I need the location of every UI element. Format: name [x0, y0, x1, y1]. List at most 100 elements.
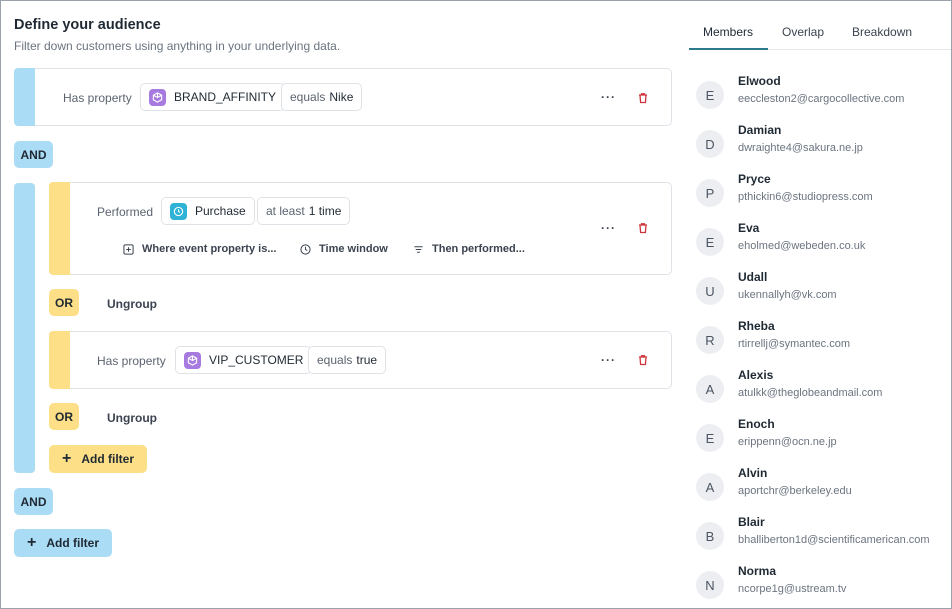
operator-value: Nike [329, 90, 354, 104]
member-email: eholmed@webeden.co.uk [738, 240, 866, 252]
member-email: dwraighte4@sakura.ne.jp [738, 142, 863, 154]
and-badge[interactable]: AND [14, 141, 53, 168]
tab-overlap[interactable]: Overlap [782, 25, 824, 39]
operator-text: equals [317, 353, 353, 367]
member-name: Eva [738, 221, 760, 235]
member-row[interactable]: E Elwood eeccleston2@cargocollective.com [696, 74, 946, 114]
action-label: Time window [319, 243, 388, 255]
member-row[interactable]: E Eva eholmed@webeden.co.uk [696, 221, 946, 261]
tab-members[interactable]: Members [703, 25, 753, 39]
member-row[interactable]: D Damian dwraighte4@sakura.ne.jp [696, 123, 946, 163]
property-selector-vip-customer[interactable]: VIP_CUSTOMER [175, 346, 313, 374]
ungroup-link[interactable]: Ungroup [107, 411, 157, 425]
add-square-icon [123, 243, 134, 255]
time-window-action[interactable]: Time window [300, 243, 388, 255]
member-row[interactable]: A Alvin aportchr@berkeley.edu [696, 466, 946, 506]
page-title: Define your audience [14, 17, 161, 33]
avatar: D [696, 130, 724, 158]
member-name: Alvin [738, 466, 768, 480]
page-subtitle: Filter down customers using anything in … [14, 39, 341, 53]
group-add-filter-button[interactable]: + Add filter [49, 445, 148, 473]
member-email: bhalliberton1d@scientificamerican.com [738, 534, 930, 546]
then-performed-action[interactable]: Then performed... [413, 243, 525, 255]
frequency-value: 1 time [308, 204, 342, 218]
avatar: N [696, 571, 724, 599]
delete-icon[interactable] [637, 222, 649, 234]
avatar: A [696, 473, 724, 501]
member-email: erippenn@ocn.ne.jp [738, 436, 837, 448]
member-row[interactable]: R Rheba rtirrellj@symantec.com [696, 319, 946, 359]
filter-stripe [49, 331, 70, 389]
sequence-lines-icon [414, 245, 423, 253]
member-row[interactable]: A Alexis atulkk@theglobeandmail.com [696, 368, 946, 408]
member-name: Norma [738, 564, 777, 578]
group-rail [14, 183, 35, 473]
member-email: pthickin6@studiopress.com [738, 191, 873, 203]
or-badge[interactable]: OR [49, 403, 79, 430]
action-label: Where event property is... [142, 243, 277, 255]
event-selector-purchase[interactable]: Purchase [161, 197, 255, 225]
plus-icon: + [27, 534, 37, 551]
avatar: A [696, 375, 724, 403]
member-email: ukennallyh@vk.com [738, 289, 837, 301]
event-clock-icon [170, 202, 187, 220]
operator-selector-brand-affinity[interactable]: equals Nike [281, 83, 363, 111]
member-row[interactable]: P Pryce pthickin6@studiopress.com [696, 172, 946, 212]
audience-tabs: Members Overlap Breakdown [689, 17, 951, 50]
member-name: Udall [738, 270, 768, 284]
property-name: BRAND_AFFINITY [174, 90, 277, 104]
member-email: ncorpe1g@ustream.tv [738, 583, 847, 595]
more-options-icon[interactable]: ··· [601, 354, 616, 366]
member-row[interactable]: N Norma ncorpe1g@ustream.tv [696, 564, 946, 604]
delete-icon[interactable] [637, 92, 649, 104]
operator-selector-vip-customer[interactable]: equals true [308, 346, 387, 374]
frequency-prefix: at least [266, 204, 305, 218]
member-name: Enoch [738, 417, 775, 431]
property-selector-brand-affinity[interactable]: BRAND_AFFINITY [140, 83, 286, 111]
ungroup-link[interactable]: Ungroup [107, 297, 157, 311]
member-name: Alexis [738, 368, 774, 382]
property-cube-icon [184, 351, 201, 369]
member-name: Elwood [738, 74, 781, 88]
filter-label: Performed [97, 205, 154, 219]
avatar: R [696, 326, 724, 354]
member-row[interactable]: U Udall ukennallyh@vk.com [696, 270, 946, 310]
avatar: U [696, 277, 724, 305]
and-badge[interactable]: AND [14, 488, 53, 515]
member-name: Damian [738, 123, 782, 137]
add-filter-button[interactable]: + Add filter [14, 529, 113, 557]
member-email: aportchr@berkeley.edu [738, 485, 852, 497]
member-row[interactable]: B Blair bhalliberton1d@scientificamerica… [696, 515, 946, 555]
plus-icon: + [62, 450, 72, 467]
operator-value: true [356, 353, 378, 367]
member-email: rtirrellj@symantec.com [738, 338, 851, 350]
filter-card-performed [49, 182, 672, 275]
action-label: Then performed... [432, 243, 525, 255]
avatar: E [696, 424, 724, 452]
frequency-selector[interactable]: at least 1 time [257, 197, 351, 225]
member-name: Pryce [738, 172, 771, 186]
avatar: B [696, 522, 724, 550]
filter-stripe [14, 68, 35, 126]
or-badge[interactable]: OR [49, 289, 79, 316]
more-options-icon[interactable]: ··· [601, 222, 616, 234]
avatar: E [696, 81, 724, 109]
property-cube-icon [149, 88, 166, 106]
member-email: atulkk@theglobeandmail.com [738, 387, 883, 399]
filter-stripe [49, 182, 70, 275]
delete-icon[interactable] [637, 354, 649, 366]
member-email: eeccleston2@cargocollective.com [738, 93, 905, 105]
add-filter-label: Add filter [81, 452, 135, 466]
member-name: Rheba [738, 319, 775, 333]
operator-text: equals [290, 90, 326, 104]
where-event-property-action[interactable]: Where event property is... [123, 243, 276, 255]
filter-label: Has property [63, 91, 132, 105]
clock-icon [300, 243, 311, 255]
add-filter-label: Add filter [46, 536, 100, 550]
avatar: P [696, 179, 724, 207]
tab-breakdown[interactable]: Breakdown [852, 25, 912, 39]
more-options-icon[interactable]: ··· [601, 91, 616, 103]
filter-label: Has property [97, 354, 166, 368]
property-name: VIP_CUSTOMER [209, 353, 304, 367]
member-row[interactable]: E Enoch erippenn@ocn.ne.jp [696, 417, 946, 457]
